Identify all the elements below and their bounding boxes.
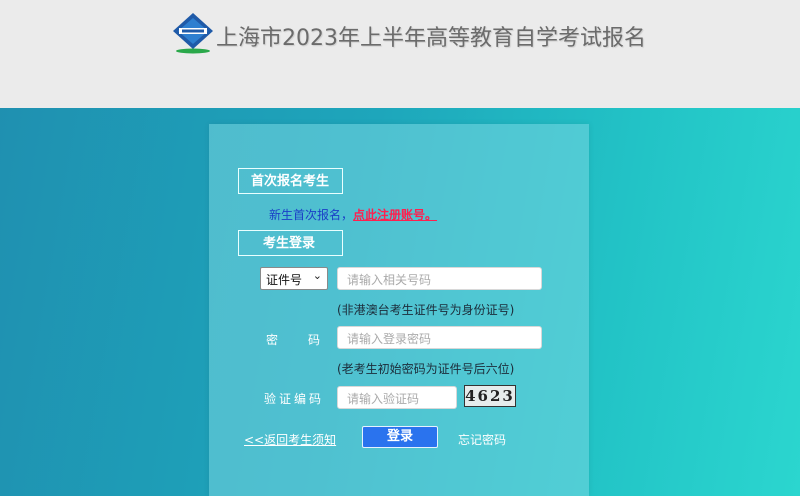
id-type-selected: 证件号: [266, 273, 303, 287]
password-hint: (老考生初始密码为证件号后六位): [337, 362, 515, 376]
captcha-image[interactable]: 4623: [464, 385, 516, 407]
captcha-label: 验证编码: [264, 392, 325, 406]
register-account-link[interactable]: 点此注册账号。: [353, 208, 437, 222]
first-registration-label: 首次报名考生: [238, 168, 343, 194]
login-button[interactable]: 登录: [362, 426, 438, 448]
exam-office-logo-icon: [170, 12, 216, 54]
back-to-notice-link[interactable]: <<返回考生须知: [244, 431, 336, 448]
password-input[interactable]: 请输入登录密码: [337, 326, 542, 349]
new-registration-prompt: 新生首次报名，: [269, 208, 354, 222]
captcha-input[interactable]: 请输入验证码: [337, 386, 457, 409]
forgot-password-link[interactable]: 忘记密码: [458, 431, 506, 448]
new-registration-line: 新生首次报名，点此注册账号。: [269, 206, 437, 223]
page-title: 上海市2023年上半年高等教育自学考试报名: [216, 26, 646, 51]
login-panel: 首次报名考生 新生首次报名，点此注册账号。 考生登录 证件号 ⌄ 请输入相关号码…: [209, 124, 589, 496]
id-number-input[interactable]: 请输入相关号码: [337, 267, 542, 290]
chevron-down-icon: ⌄: [312, 269, 322, 282]
candidate-login-label: 考生登录: [238, 230, 343, 256]
page-header: 上海市2023年上半年高等教育自学考试报名: [0, 0, 800, 108]
id-number-hint: (非港澳台考生证件号为身份证号): [337, 303, 515, 317]
id-type-select[interactable]: 证件号 ⌄: [260, 267, 328, 290]
